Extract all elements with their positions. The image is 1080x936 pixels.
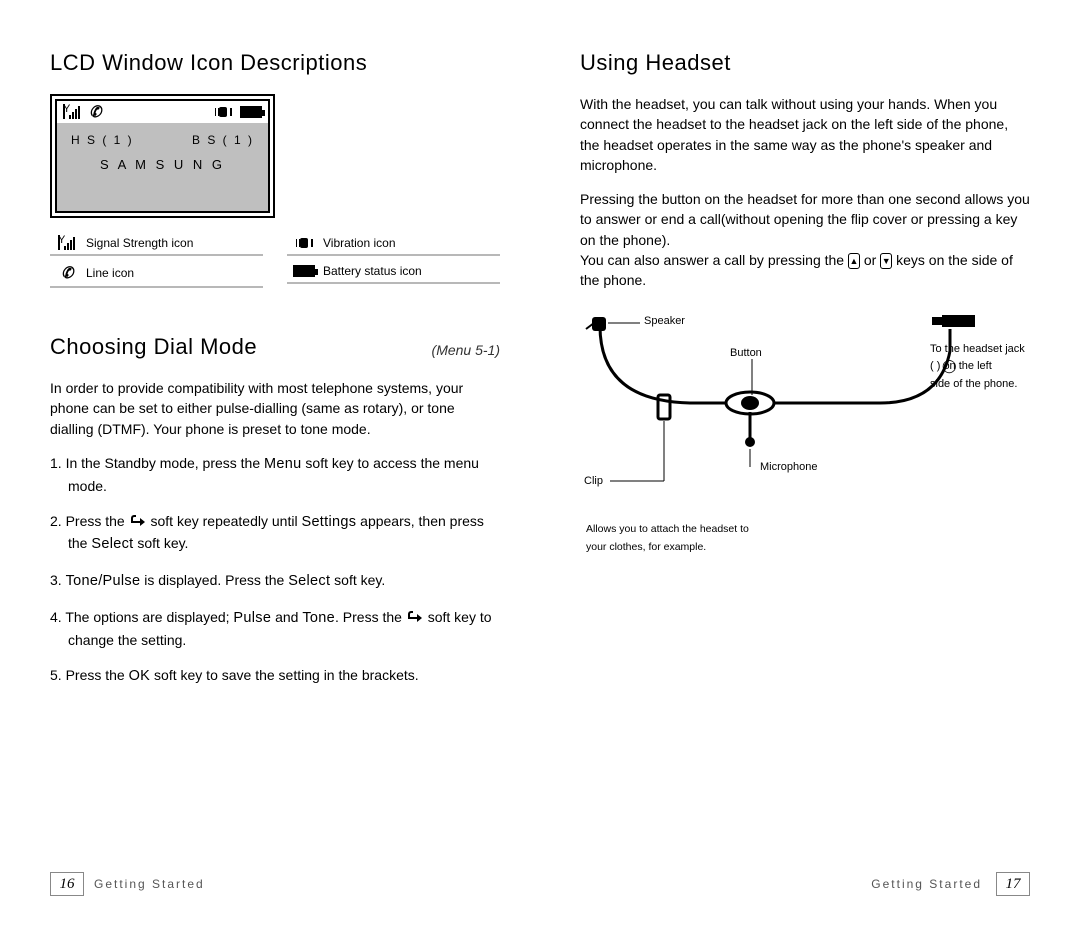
page-right: Using Headset With the headset, you can … bbox=[540, 0, 1080, 936]
tone-label: Tone bbox=[302, 610, 335, 626]
page-left: LCD Window Icon Descriptions Y ✆ H S ( 1… bbox=[0, 0, 540, 936]
clip-caption: Allows you to attach the headset to your… bbox=[586, 521, 1030, 557]
menu-softkey-label: Menu bbox=[264, 456, 301, 472]
footer-right: Getting Started 17 bbox=[871, 872, 1030, 896]
volume-up-key-icon: ▲ bbox=[848, 253, 860, 269]
battery-icon bbox=[240, 106, 262, 118]
legend-battery: Battery status icon bbox=[287, 262, 500, 284]
lcd-text-area: H S ( 1 ) B S ( 1 ) S A M S U N G bbox=[57, 123, 268, 172]
step-2: 2. Press the soft key repeatedly until S… bbox=[50, 511, 500, 557]
headset-para-1: With the headset, you can talk without u… bbox=[580, 94, 1030, 175]
vibration-icon bbox=[214, 105, 232, 119]
battery-icon bbox=[293, 265, 315, 277]
diagram-label-button: Button bbox=[730, 347, 762, 359]
line-icon: ✆ bbox=[59, 263, 75, 283]
heading-lcd-icons: LCD Window Icon Descriptions bbox=[50, 50, 500, 76]
lcd-hs-label: H S ( 1 ) bbox=[71, 133, 134, 147]
diagram-label-clip: Clip bbox=[584, 475, 603, 487]
legend-line: ✆ Line icon bbox=[50, 262, 263, 288]
dial-mode-steps: 1. In the Standby mode, press the Menu s… bbox=[50, 453, 500, 688]
legend-vibration-label: Vibration icon bbox=[323, 236, 396, 250]
heading-using-headset: Using Headset bbox=[580, 50, 1030, 76]
lcd-frame-inner: Y ✆ H S ( 1 ) B S ( 1 ) S A M S U N G bbox=[55, 99, 270, 213]
legend-line-label: Line icon bbox=[86, 266, 134, 280]
legend-signal: Y Signal Strength icon bbox=[50, 234, 263, 256]
heading-dial-mode: Choosing Dial Mode bbox=[50, 334, 257, 360]
lcd-status-bar: Y ✆ bbox=[57, 101, 268, 123]
page-number-left: 16 bbox=[50, 872, 84, 896]
footer-left: 16 Getting Started bbox=[50, 872, 205, 896]
scroll-arrow-icon bbox=[406, 611, 424, 625]
lcd-frame-outer: Y ✆ H S ( 1 ) B S ( 1 ) S A M S U N G bbox=[50, 94, 275, 218]
select-softkey-label: Select bbox=[288, 573, 330, 589]
headset-jack-icon: ◯ bbox=[942, 358, 957, 374]
select-softkey-label: Select bbox=[91, 536, 133, 552]
settings-label: Settings bbox=[301, 514, 356, 530]
headset-diagram: Speaker Button Microphone Clip To the he… bbox=[580, 311, 1010, 521]
line-icon: ✆ bbox=[88, 102, 104, 122]
ok-softkey-label: OK bbox=[129, 668, 151, 684]
step-4: 4. The options are displayed; Pulse and … bbox=[50, 607, 500, 651]
page-number-right: 17 bbox=[996, 872, 1030, 896]
vibration-icon bbox=[295, 236, 313, 250]
lcd-bs-label: B S ( 1 ) bbox=[192, 133, 254, 147]
signal-strength-icon: Y bbox=[58, 236, 76, 250]
footer-section-left: Getting Started bbox=[94, 877, 205, 891]
legend-signal-label: Signal Strength icon bbox=[86, 236, 193, 250]
menu-reference: (Menu 5-1) bbox=[432, 342, 500, 358]
pulse-label: Pulse bbox=[233, 610, 271, 626]
diagram-label-microphone: Microphone bbox=[760, 461, 817, 473]
diagram-label-speaker: Speaker bbox=[644, 315, 685, 327]
dial-mode-intro: In order to provide compatibility with m… bbox=[50, 378, 500, 439]
headset-para-2: Pressing the button on the headset for m… bbox=[580, 189, 1030, 290]
icon-legend: Y Signal Strength icon ✆ Line icon Vibra… bbox=[50, 234, 500, 294]
legend-vibration: Vibration icon bbox=[287, 234, 500, 256]
tone-pulse-label: Tone/Pulse bbox=[66, 573, 141, 589]
step-1: 1. In the Standby mode, press the Menu s… bbox=[50, 453, 500, 497]
signal-strength-icon: Y bbox=[63, 105, 81, 119]
scroll-arrow-icon bbox=[129, 515, 147, 529]
legend-battery-label: Battery status icon bbox=[323, 264, 422, 278]
step-5: 5. Press the OK soft key to save the set… bbox=[50, 665, 500, 688]
step-3: 3. Tone/Pulse is displayed. Press the Se… bbox=[50, 570, 500, 593]
footer-section-right: Getting Started bbox=[871, 877, 982, 891]
volume-down-key-icon: ▼ bbox=[880, 253, 892, 269]
lcd-brand-label: S A M S U N G bbox=[57, 157, 268, 172]
